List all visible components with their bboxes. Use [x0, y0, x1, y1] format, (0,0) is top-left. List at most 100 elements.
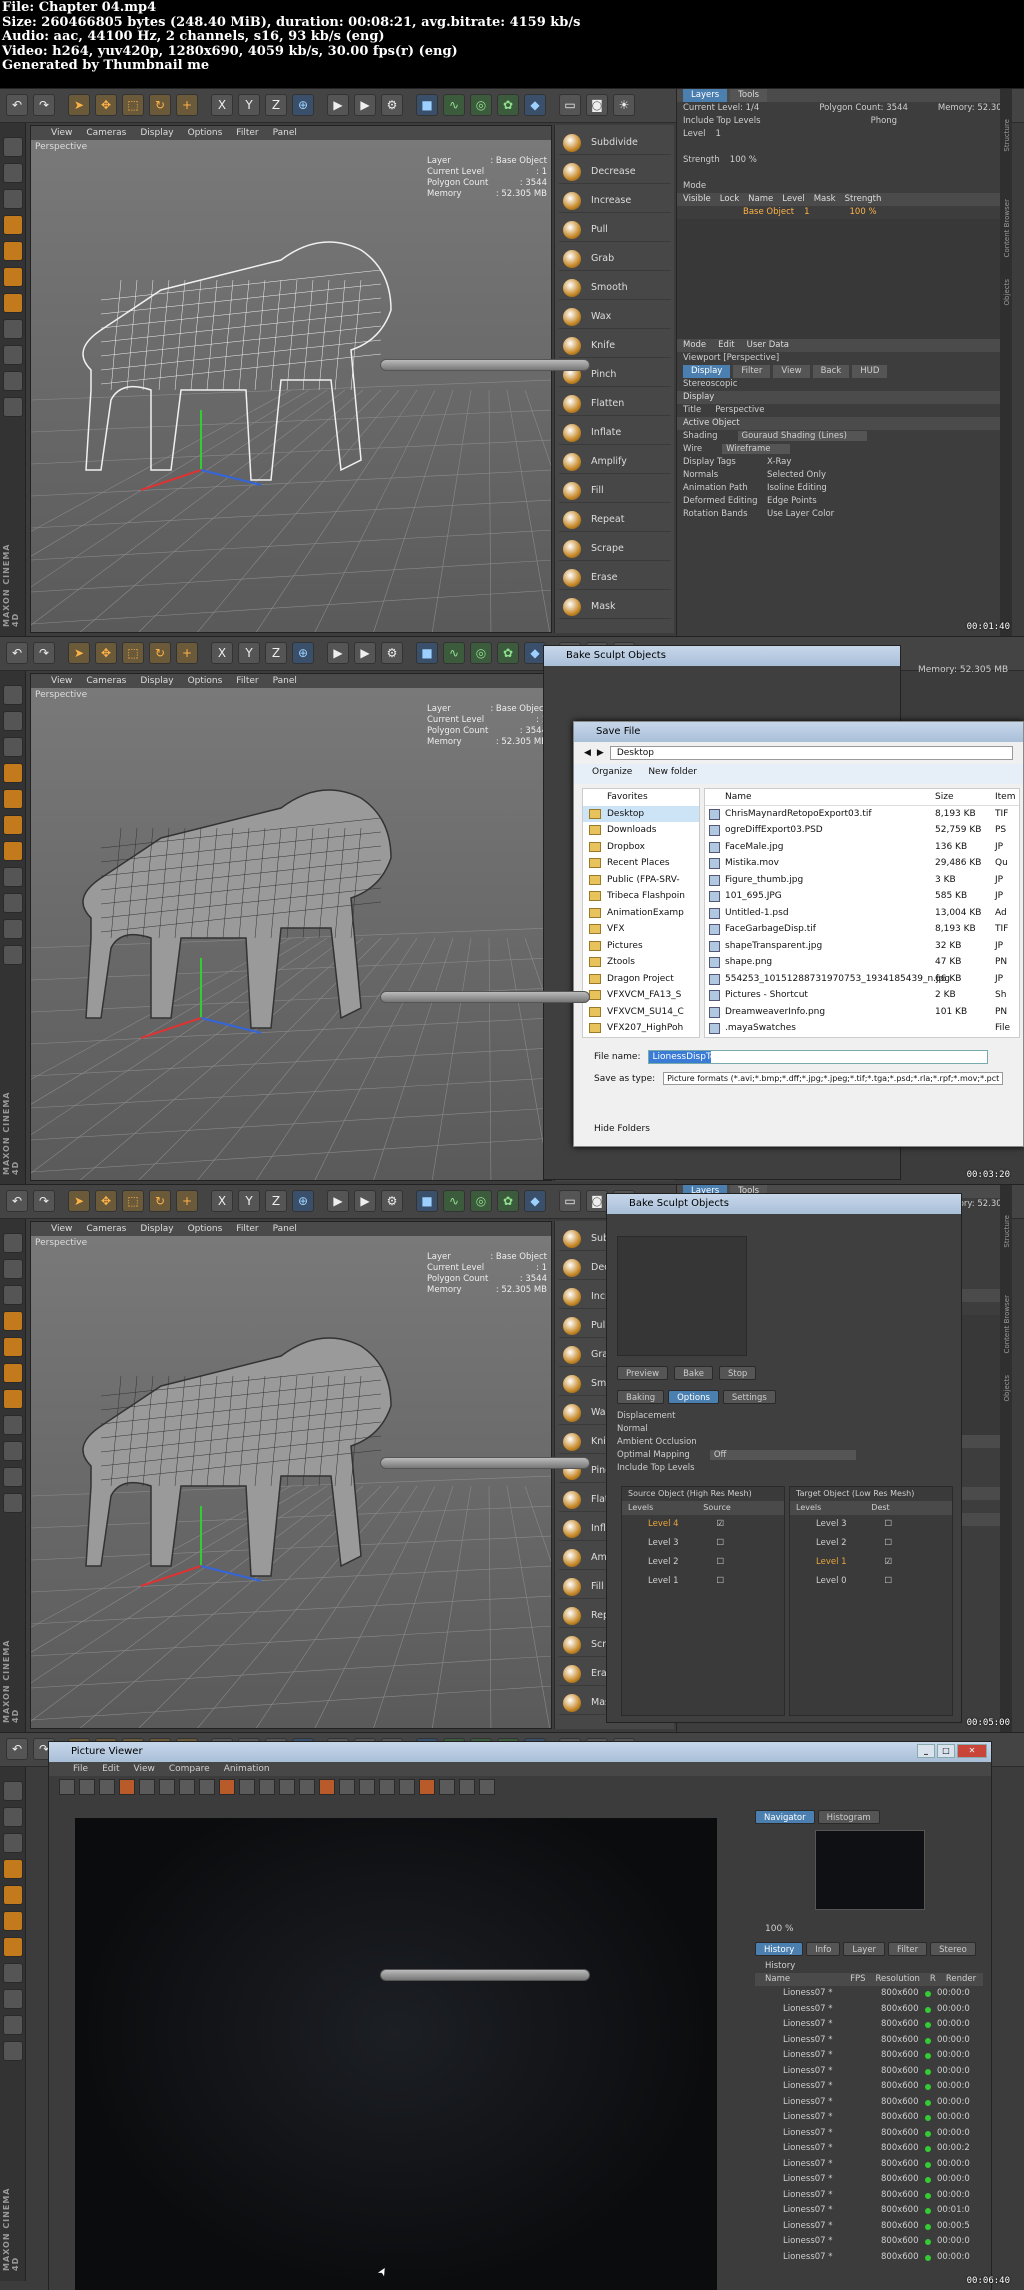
move-icon[interactable]: ✥	[95, 642, 117, 664]
cube-icon[interactable]: ■	[416, 94, 438, 116]
sculpt-tool-fill[interactable]: Fill	[559, 479, 671, 503]
y-axis-icon[interactable]: Y	[238, 1190, 260, 1212]
bake-button[interactable]: Bake	[674, 1366, 713, 1380]
axis-icon[interactable]	[3, 293, 23, 313]
video-scrubber[interactable]	[380, 1457, 590, 1469]
attributes-menu-item[interactable]: Edit	[718, 340, 734, 350]
scene-icon[interactable]: ▭	[559, 1190, 581, 1212]
viewport-menu-item[interactable]: Filter	[236, 128, 258, 138]
sculpt-tool-scrape[interactable]: Scrape	[559, 537, 671, 561]
viewport-menu-item[interactable]: View	[51, 128, 72, 138]
scene-icon[interactable]: ▭	[559, 94, 581, 116]
rotate-icon[interactable]: ↻	[149, 1190, 171, 1212]
pv-tool-icon[interactable]	[379, 1779, 395, 1795]
side-tab[interactable]: Structure	[1003, 1215, 1011, 1248]
undo-icon[interactable]: ↶	[6, 94, 28, 116]
attributes-menu-item[interactable]: Mode	[683, 340, 706, 350]
pv-menu-item[interactable]: Animation	[224, 1764, 270, 1774]
scale-icon[interactable]: ⬚	[122, 1190, 144, 1212]
pv-tool-icon[interactable]	[259, 1779, 275, 1795]
file-name-input[interactable]: LionessDispTest	[648, 1050, 989, 1064]
viewport-perspective[interactable]: View Cameras Display Options Filter Panel Pers…	[30, 1221, 552, 1729]
side-tab[interactable]: Objects	[1003, 1375, 1011, 1401]
display-option-row[interactable]: Rotation Bands Use Layer Color	[677, 508, 1012, 521]
axis-icon[interactable]	[3, 1389, 23, 1409]
x-axis-icon[interactable]: X	[211, 94, 233, 116]
tab-layers[interactable]: Layers	[683, 89, 728, 102]
file-row[interactable]: ChrisMaynardRetopoExport03.tif 8,193 KB TI…	[705, 806, 1019, 823]
file-row[interactable]: DreamweaverInfo.png 101 KB PN	[705, 1004, 1019, 1021]
nurbs-icon[interactable]: ◎	[470, 1190, 492, 1212]
pv-tool-icon[interactable]	[459, 1779, 475, 1795]
render-settings-icon[interactable]: ⚙	[381, 642, 403, 664]
tab-stereoscopic[interactable]: Stereoscopic	[677, 378, 1012, 391]
new-folder-button[interactable]: New folder	[648, 767, 697, 781]
save-type-dropdown[interactable]: Picture formats (*.avi;*.bmp;*.dff;*.jpg…	[663, 1072, 1004, 1085]
nav-item[interactable]: Ztools	[583, 954, 699, 971]
level-row[interactable]: Level 1 ☑	[790, 1553, 952, 1572]
side-tab[interactable]: Content Browser	[1003, 1295, 1011, 1353]
file-row[interactable]: shapeTransparent.jpg 32 KB JP	[705, 938, 1019, 955]
organize-button[interactable]: Organize	[592, 767, 632, 781]
x-axis-icon[interactable]: X	[211, 642, 233, 664]
sculpt-tool-grab[interactable]: Grab	[559, 247, 671, 271]
select-icon[interactable]: ➤	[68, 1190, 90, 1212]
viewport-menu-item[interactable]: View	[51, 1224, 72, 1234]
pv-tool-icon[interactable]	[99, 1779, 115, 1795]
video-scrubber[interactable]	[380, 991, 590, 1003]
scale-icon[interactable]: ⬚	[122, 642, 144, 664]
stop-button[interactable]: Stop	[718, 1366, 757, 1380]
sculpt-tool-decrease[interactable]: Decrease	[559, 160, 671, 184]
viewport-menu-item[interactable]: Filter	[236, 1224, 258, 1234]
pv-tool-icon[interactable]	[419, 1779, 435, 1795]
sculpt-tool-erase[interactable]: Erase	[559, 566, 671, 590]
sculpt-tool-mask[interactable]: Mask	[559, 595, 671, 619]
pv-tool-icon[interactable]	[479, 1779, 495, 1795]
level-row[interactable]: Level 3 ☐	[790, 1515, 952, 1534]
level-checkbox[interactable]: ☑	[717, 1519, 725, 1529]
points-mode-icon[interactable]	[3, 685, 23, 705]
pv-tool-icon[interactable]	[59, 1779, 75, 1795]
model-mode-icon[interactable]	[3, 1311, 23, 1331]
render-view-icon[interactable]: ▶	[327, 1190, 349, 1212]
nurbs-icon[interactable]: ◎	[470, 642, 492, 664]
edges-mode-icon[interactable]	[3, 1807, 23, 1827]
history-row[interactable]: Lioness07 * 800x600 00:00:0	[755, 2126, 983, 2142]
file-row[interactable]: Figure_thumb.jpg 3 KB JP	[705, 872, 1019, 889]
strength-slider[interactable]: Strength 100 %	[677, 154, 1012, 167]
history-row[interactable]: Lioness07 * 800x600 00:00:0	[755, 2188, 983, 2204]
polygons-mode-icon[interactable]	[3, 189, 23, 209]
render-icon[interactable]: ▶	[354, 1190, 376, 1212]
nav-item[interactable]: VFXVCM_SU14_C	[583, 1004, 699, 1021]
pv-tool-icon[interactable]	[199, 1779, 215, 1795]
shading-dropdown[interactable]: Shading Gouraud Shading (Lines)	[677, 430, 1012, 443]
undo-icon[interactable]: ↶	[6, 642, 28, 664]
pv-tool-icon[interactable]	[119, 1779, 135, 1795]
sculpt-tool-smooth[interactable]: Smooth	[559, 276, 671, 300]
sculpt-tool-repeat[interactable]: Repeat	[559, 508, 671, 532]
redo-icon[interactable]: ↷	[33, 642, 55, 664]
edges-mode-icon[interactable]	[3, 1259, 23, 1279]
file-row[interactable]: .mayaSwatches File	[705, 1020, 1019, 1037]
viewport-menu-item[interactable]: Cameras	[86, 128, 126, 138]
z-axis-icon[interactable]: Z	[265, 642, 287, 664]
level-checkbox[interactable]: ☐	[885, 1519, 893, 1529]
add-icon[interactable]: +	[176, 642, 198, 664]
phong-checkbox[interactable]: Phong	[871, 116, 898, 126]
display-option-row[interactable]: Deformed Editing Edge Points	[677, 495, 1012, 508]
viewport-menu-item[interactable]: Display	[140, 128, 173, 138]
mesh-icon[interactable]	[3, 397, 23, 417]
snap-icon[interactable]	[3, 319, 23, 339]
file-row[interactable]: ogreDiffExport03.PSD 52,759 KB PS	[705, 822, 1019, 839]
side-tab[interactable]: Objects	[1003, 279, 1011, 305]
level-row[interactable]: Level 1 ☐	[622, 1572, 784, 1591]
bake-option-row[interactable]: Include Top Levels	[607, 1462, 961, 1475]
snap-icon[interactable]	[3, 867, 23, 887]
world-icon[interactable]: ⊕	[292, 1190, 314, 1212]
history-row[interactable]: Lioness07 * 800x600 00:00:0	[755, 2234, 983, 2250]
viewport-menu-item[interactable]: Display	[140, 1224, 173, 1234]
scale-icon[interactable]: ⬚	[122, 94, 144, 116]
pv-menu-item[interactable]: View	[134, 1764, 155, 1774]
pv-tool-icon[interactable]	[359, 1779, 375, 1795]
edges-mode-icon[interactable]	[3, 163, 23, 183]
